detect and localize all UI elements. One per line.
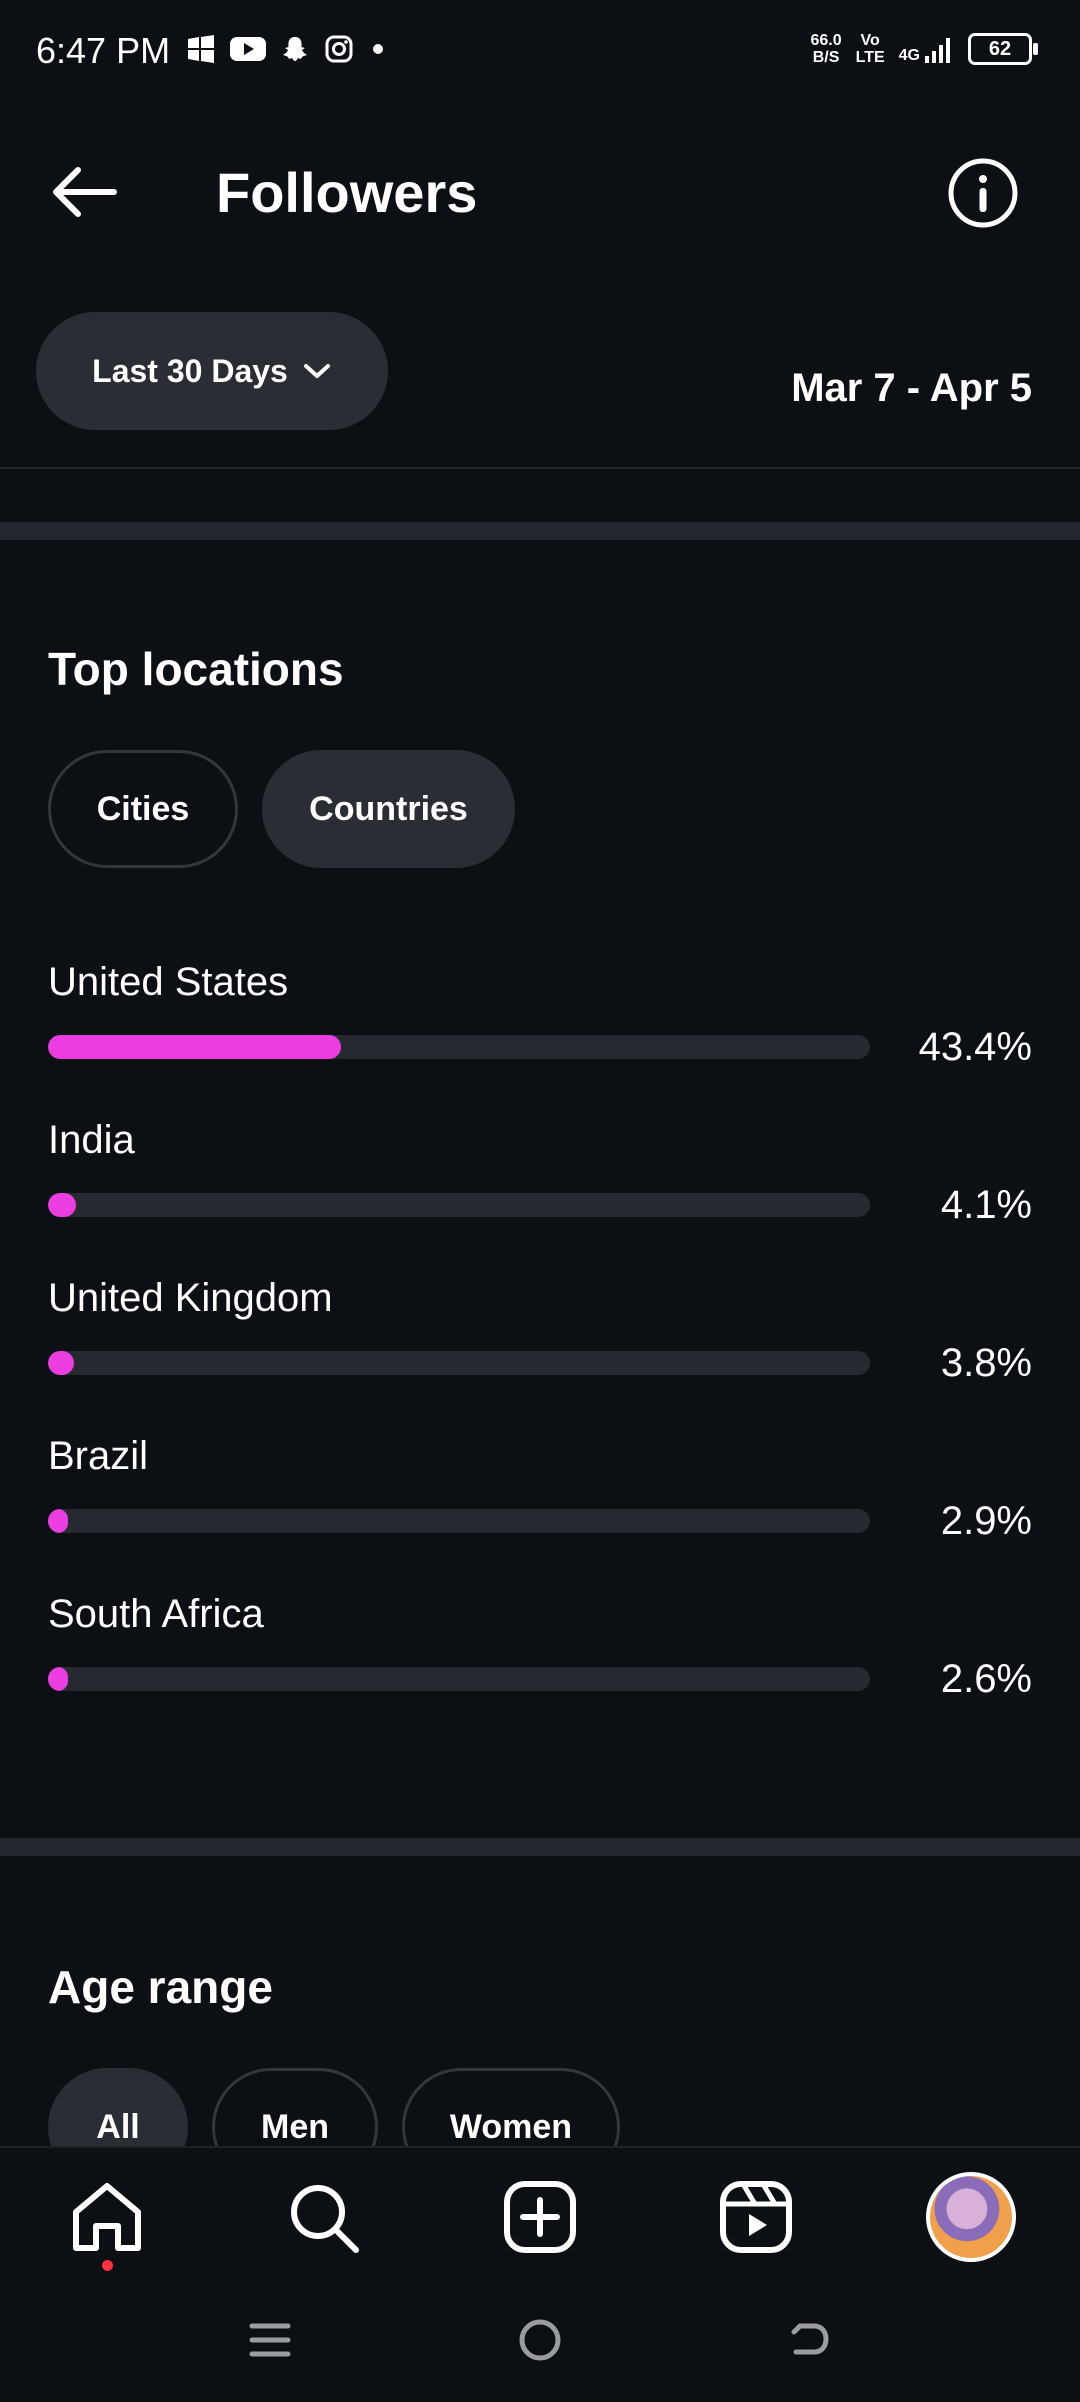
tab-countries-label: Countries	[309, 789, 468, 828]
location-bar-track	[48, 1351, 870, 1375]
youtube-icon	[230, 37, 266, 61]
location-bar-fill	[48, 1193, 76, 1217]
location-bar-track	[48, 1509, 870, 1533]
tab-men-label: Men	[261, 2107, 329, 2146]
menu-icon[interactable]	[240, 2310, 300, 2370]
signal-indicator: 4G	[899, 34, 954, 64]
more-notifications-dot-icon	[373, 44, 383, 54]
location-bar-track	[48, 1035, 870, 1059]
tab-women-label: Women	[449, 2107, 573, 2146]
age-range-title: Age range	[48, 1961, 273, 2013]
section-divider	[0, 1838, 1080, 1856]
section-divider	[0, 522, 1080, 540]
location-bar-track	[48, 1667, 870, 1691]
create-post-icon[interactable]	[501, 2178, 579, 2256]
tab-all-label: All	[96, 2107, 140, 2146]
tab-cities[interactable]: Cities	[48, 750, 238, 868]
date-range-text: Mar 7 - Apr 5	[791, 366, 1032, 410]
back-arrow-icon[interactable]	[48, 160, 120, 224]
instagram-icon	[325, 35, 353, 63]
status-time: 6:47 PM	[36, 30, 171, 71]
search-icon[interactable]	[284, 2178, 362, 2256]
home-notification-dot	[102, 2260, 113, 2271]
profile-avatar[interactable]	[926, 2172, 1016, 2262]
info-icon[interactable]	[946, 156, 1020, 230]
location-name: India	[48, 1118, 135, 1162]
network-type: 4G	[898, 47, 920, 64]
location-name: Brazil	[48, 1434, 149, 1478]
date-range-dropdown-label: Last 30 Days	[92, 352, 288, 389]
network-speed-unit: B/S	[812, 49, 840, 66]
system-status: 66.0 B/S Vo LTE 4G 62	[810, 32, 1038, 66]
system-back-icon[interactable]	[780, 2310, 840, 2370]
location-percentage: 3.8%	[940, 1341, 1032, 1385]
location-name: United States	[48, 960, 289, 1004]
divider	[0, 467, 1080, 469]
location-percentage: 4.1%	[940, 1183, 1032, 1227]
location-percentage: 2.9%	[940, 1499, 1032, 1543]
windows-icon	[188, 35, 214, 63]
location-percentage: 2.6%	[940, 1657, 1032, 1701]
tab-countries[interactable]: Countries	[262, 750, 515, 868]
signal-icon	[925, 38, 950, 63]
location-bar-fill	[48, 1351, 74, 1375]
home-icon[interactable]	[68, 2178, 146, 2256]
location-percentage: 43.4%	[918, 1025, 1032, 1069]
network-speed-value: 66.0	[810, 32, 842, 49]
volte-top: Vo	[860, 32, 880, 49]
location-bar-fill	[48, 1035, 341, 1059]
date-range-dropdown[interactable]: Last 30 Days	[36, 312, 388, 430]
location-bar-track	[48, 1193, 870, 1217]
tab-cities-label: Cities	[96, 789, 190, 828]
volte-bottom: LTE	[855, 49, 885, 66]
location-name: South Africa	[48, 1592, 264, 1636]
location-name: United Kingdom	[48, 1276, 333, 1320]
top-locations-title: Top locations	[48, 643, 344, 695]
volte-indicator: Vo LTE	[856, 32, 885, 66]
home-circle-icon[interactable]	[510, 2310, 570, 2370]
reels-icon[interactable]	[717, 2178, 795, 2256]
chevron-down-icon	[303, 364, 330, 378]
notification-icons	[186, 34, 388, 64]
snapchat-icon	[283, 37, 307, 61]
battery-indicator: 62	[968, 33, 1038, 65]
location-bar-fill	[48, 1667, 68, 1691]
network-speed: 66.0 B/S	[810, 32, 841, 66]
location-bar-fill	[48, 1509, 68, 1533]
page-title: Followers	[216, 161, 478, 224]
